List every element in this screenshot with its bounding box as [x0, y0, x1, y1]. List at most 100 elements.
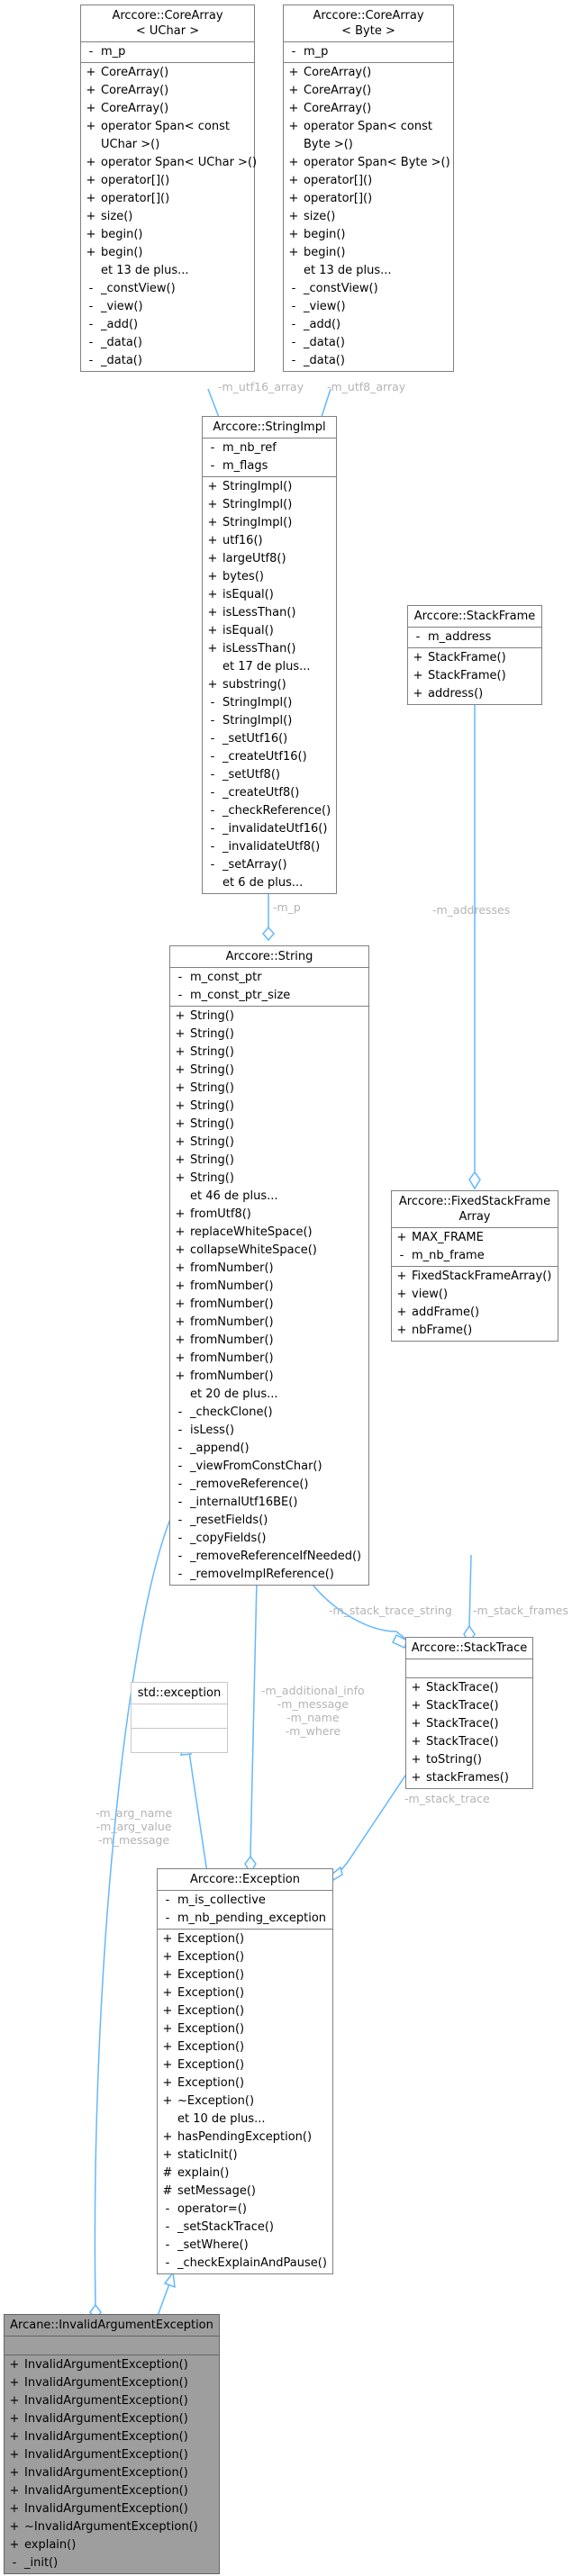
- method-row[interactable]: + InvalidArgumentException(): [5, 2374, 219, 2392]
- method-row[interactable]: + Exception(): [158, 2020, 332, 2038]
- method-row[interactable]: - operator=(): [158, 2201, 332, 2219]
- method-row[interactable]: + StringImpl(): [203, 478, 336, 496]
- method-row[interactable]: + String(): [170, 1062, 368, 1080]
- method-row[interactable]: + fromNumber(): [170, 1332, 368, 1350]
- method-row[interactable]: + StackTrace(): [406, 1715, 532, 1733]
- method-row[interactable]: + bytes(): [203, 568, 336, 586]
- method-row[interactable]: + Exception(): [158, 2074, 332, 2092]
- method-row[interactable]: + String(): [170, 1116, 368, 1134]
- class-corearray-byte[interactable]: Arccore::CoreArray < Byte > - m_p + CoreArra…: [283, 5, 454, 372]
- method-row[interactable]: + stackFrames(): [406, 1769, 532, 1787]
- method-row[interactable]: + fromNumber(): [170, 1260, 368, 1278]
- attribute-row[interactable]: + MAX_FRAME: [392, 1229, 558, 1247]
- method-row[interactable]: + begin(): [81, 226, 254, 244]
- method-row[interactable]: + begin(): [284, 226, 453, 244]
- attribute-row[interactable]: - m_nb_pending_exception: [158, 1910, 332, 1928]
- method-row[interactable]: + String(): [170, 1080, 368, 1098]
- method-row[interactable]: + isEqual(): [203, 586, 336, 604]
- method-row[interactable]: + size(): [81, 208, 254, 226]
- method-row[interactable]: - _view(): [284, 298, 453, 316]
- attribute-row[interactable]: - m_nb_frame: [392, 1247, 558, 1265]
- method-row[interactable]: + String(): [170, 1134, 368, 1152]
- method-row[interactable]: - _removeImplReference(): [170, 1566, 368, 1584]
- method-row[interactable]: et 13 de plus...: [284, 262, 453, 280]
- method-row[interactable]: + operator[](): [284, 172, 453, 190]
- method-row[interactable]: - _removeReferenceIfNeeded(): [170, 1548, 368, 1566]
- method-row[interactable]: + fromNumber(): [170, 1278, 368, 1296]
- method-row[interactable]: + CoreArray(): [81, 82, 254, 100]
- class-invalidargumentexception[interactable]: Arcane::InvalidArgumentException + Invalid…: [4, 2314, 220, 2574]
- method-row[interactable]: + InvalidArgumentException(): [5, 2500, 219, 2518]
- method-row[interactable]: + String(): [170, 1152, 368, 1170]
- method-row[interactable]: et 10 de plus...: [158, 2111, 332, 2129]
- method-row[interactable]: + Exception(): [158, 2056, 332, 2074]
- method-row[interactable]: - _internalUtf16BE(): [170, 1494, 368, 1512]
- method-row[interactable]: + CoreArray(): [284, 82, 453, 100]
- method-row[interactable]: + addFrame(): [392, 1304, 558, 1322]
- method-row[interactable]: + isEqual(): [203, 622, 336, 640]
- method-row[interactable]: + fromNumber(): [170, 1368, 368, 1386]
- method-row[interactable]: + String(): [170, 1044, 368, 1062]
- method-row[interactable]: + InvalidArgumentException(): [5, 2392, 219, 2410]
- method-row[interactable]: et 13 de plus...: [81, 262, 254, 280]
- method-row[interactable]: + hasPendingException(): [158, 2129, 332, 2147]
- method-row[interactable]: - _data(): [81, 352, 254, 370]
- method-row[interactable]: + toString(): [406, 1751, 532, 1769]
- method-row[interactable]: - _viewFromConstChar(): [170, 1458, 368, 1476]
- method-row[interactable]: + utf16(): [203, 532, 336, 550]
- method-row[interactable]: + Exception(): [158, 2038, 332, 2056]
- method-row[interactable]: + collapseWhiteSpace(): [170, 1242, 368, 1260]
- class-string[interactable]: Arccore::String - m_const_ptr - m_const_ptr_…: [169, 945, 369, 1586]
- method-row[interactable]: - StringImpl(): [203, 712, 336, 730]
- attribute-row[interactable]: - m_const_ptr: [170, 969, 368, 987]
- method-row[interactable]: + Exception(): [158, 1966, 332, 1984]
- method-row[interactable]: - _data(): [81, 334, 254, 352]
- method-row[interactable]: - _setWhere(): [158, 2237, 332, 2255]
- method-row[interactable]: + isLessThan(): [203, 604, 336, 622]
- method-row[interactable]: - _checkExplainAndPause(): [158, 2255, 332, 2273]
- attribute-row[interactable]: - m_p: [81, 43, 254, 61]
- method-row[interactable]: - _checkClone(): [170, 1404, 368, 1422]
- class-exception[interactable]: Arccore::Exception - m_is_collective - m_nb_…: [157, 1868, 333, 2274]
- method-row[interactable]: + begin(): [81, 244, 254, 262]
- method-row[interactable]: + operator Span< UChar >(): [81, 154, 258, 172]
- method-row[interactable]: # explain(): [158, 2165, 332, 2183]
- method-row[interactable]: + view(): [392, 1286, 558, 1304]
- method-row[interactable]: + operator Span< const Byte >(): [284, 118, 453, 154]
- method-row[interactable]: + fromUtf8(): [170, 1206, 368, 1224]
- method-row[interactable]: - _resetFields(): [170, 1512, 368, 1530]
- method-row[interactable]: + begin(): [284, 244, 453, 262]
- attribute-row[interactable]: - m_const_ptr_size: [170, 987, 368, 1005]
- class-stackframe[interactable]: Arccore::StackFrame - m_address + StackFrame…: [407, 605, 542, 705]
- method-row[interactable]: - _setArray(): [203, 856, 336, 874]
- method-row[interactable]: + Exception(): [158, 2002, 332, 2020]
- method-row[interactable]: + nbFrame(): [392, 1322, 558, 1340]
- method-row[interactable]: + explain(): [5, 2536, 219, 2554]
- method-row[interactable]: + InvalidArgumentException(): [5, 2464, 219, 2482]
- method-row[interactable]: + InvalidArgumentException(): [5, 2428, 219, 2446]
- method-row[interactable]: + InvalidArgumentException(): [5, 2356, 219, 2374]
- method-row[interactable]: - _setUtf8(): [203, 766, 336, 784]
- method-row[interactable]: + ~InvalidArgumentException(): [5, 2518, 219, 2536]
- method-row[interactable]: + StringImpl(): [203, 514, 336, 532]
- method-row[interactable]: + String(): [170, 1170, 368, 1188]
- method-row[interactable]: + replaceWhiteSpace(): [170, 1224, 368, 1242]
- method-row[interactable]: - _invalidateUtf16(): [203, 820, 336, 838]
- method-row[interactable]: + largeUtf8(): [203, 550, 336, 568]
- method-row[interactable]: + operator Span< const UChar >(): [81, 118, 254, 154]
- method-row[interactable]: + Exception(): [158, 1984, 332, 2002]
- attribute-row[interactable]: - m_p: [284, 43, 453, 61]
- class-std-exception[interactable]: std::exception: [131, 1682, 228, 1753]
- method-row[interactable]: + String(): [170, 1098, 368, 1116]
- method-row[interactable]: + isLessThan(): [203, 640, 336, 658]
- method-row[interactable]: + fromNumber(): [170, 1314, 368, 1332]
- method-row[interactable]: - _data(): [284, 334, 453, 352]
- class-fixedstackframearray[interactable]: Arccore::FixedStackFrame Array + MAX_FRAME…: [391, 1190, 558, 1342]
- method-row[interactable]: et 46 de plus...: [170, 1188, 368, 1206]
- method-row[interactable]: + fromNumber(): [170, 1350, 368, 1368]
- method-row[interactable]: + size(): [284, 208, 453, 226]
- class-corearray-uchar[interactable]: Arccore::CoreArray < UChar > - m_p + CoreArr…: [80, 5, 258, 372]
- method-row[interactable]: + operator[](): [284, 190, 453, 208]
- method-row[interactable]: + substring(): [203, 676, 336, 694]
- method-row[interactable]: - _data(): [284, 352, 453, 370]
